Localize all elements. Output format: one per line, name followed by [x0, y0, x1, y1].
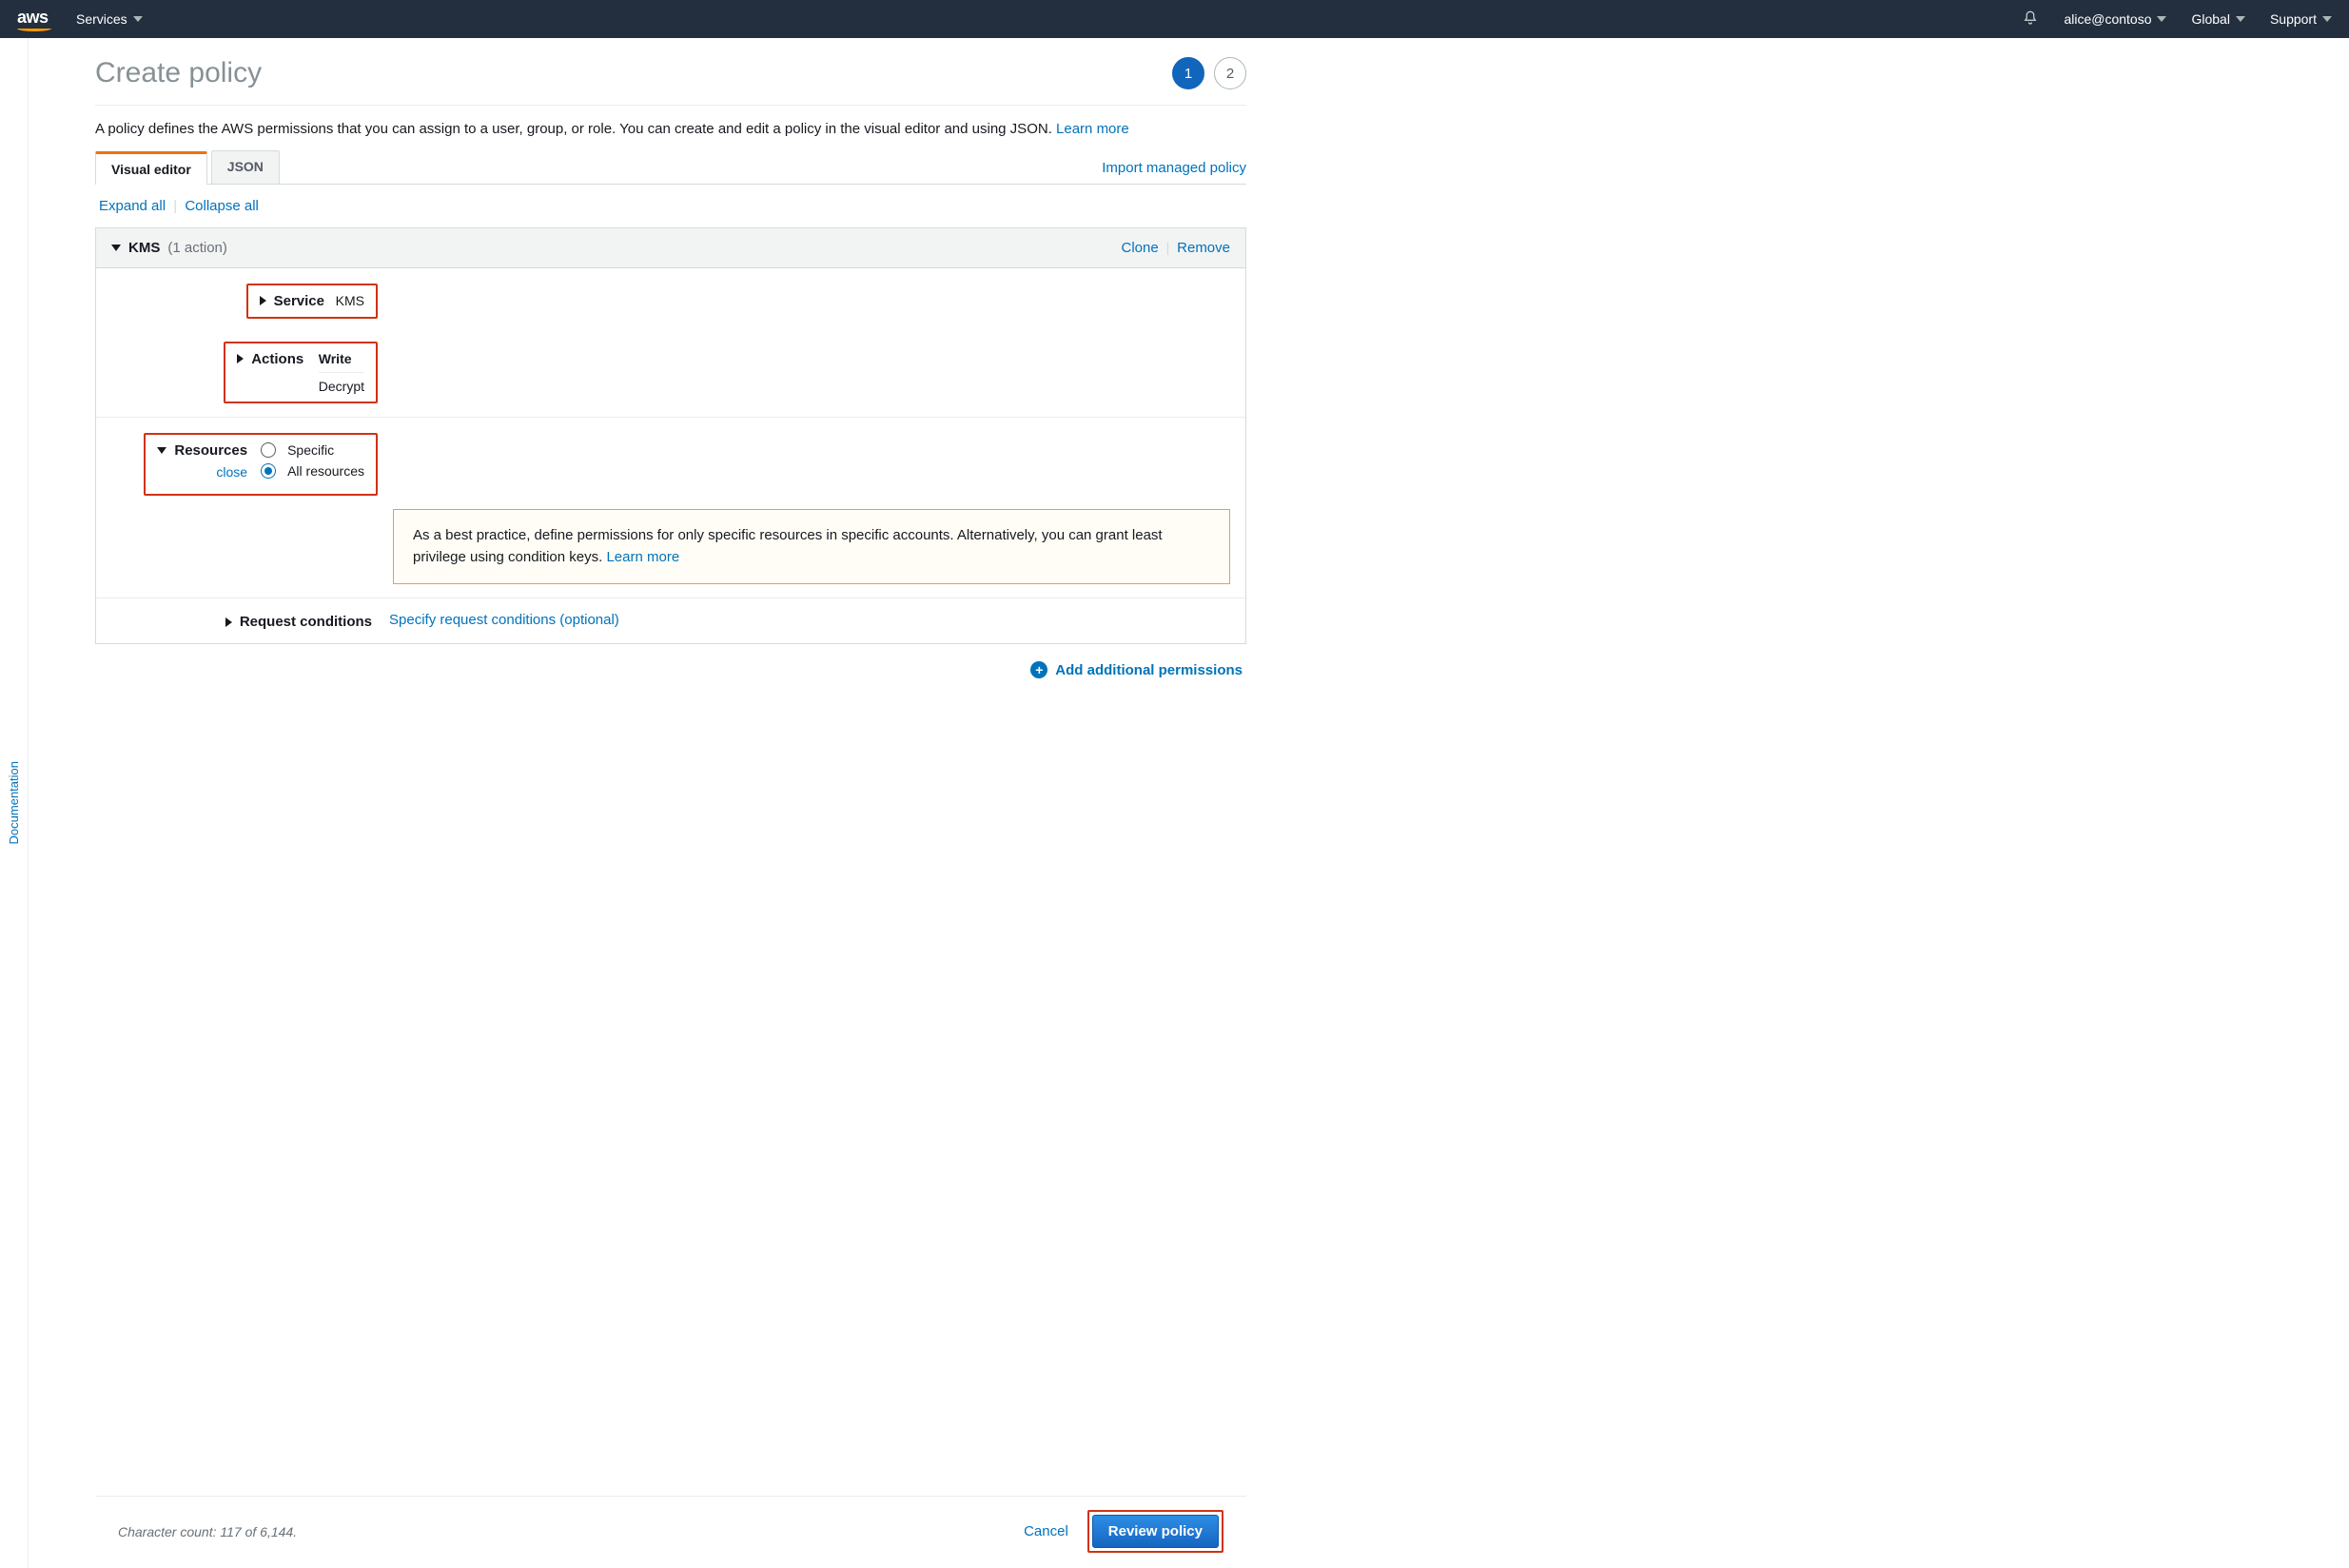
tab-visual-editor[interactable]: Visual editor [95, 151, 207, 185]
page-header: Create policy 1 2 [95, 57, 1246, 105]
collapse-all-link[interactable]: Collapse all [185, 198, 259, 214]
expand-collapse-row: Expand all | Collapse all [95, 185, 1246, 227]
actions-group: Write [319, 351, 352, 366]
nav-region[interactable]: Global [2191, 11, 2244, 27]
conditions-link[interactable]: Specify request conditions (optional) [389, 612, 619, 628]
caret-down-icon [2236, 16, 2245, 22]
aws-logo[interactable]: aws [17, 8, 51, 31]
actions-row-highlight: Actions Write Decrypt [224, 342, 378, 403]
chevron-right-icon [225, 617, 232, 627]
caret-down-icon [133, 16, 143, 22]
section-conditions: Request conditions Specify request condi… [96, 598, 1245, 643]
chevron-right-icon [260, 296, 266, 305]
nav-region-label: Global [2191, 11, 2229, 27]
remove-link[interactable]: Remove [1177, 240, 1230, 256]
step-2[interactable]: 2 [1214, 57, 1246, 89]
section-resources: Resources close Specific [96, 417, 1245, 598]
actions-item: Decrypt [319, 372, 364, 394]
clone-link[interactable]: Clone [1122, 240, 1159, 256]
conditions-label: Request conditions [240, 614, 372, 630]
nav-account-label: alice@contoso [2064, 11, 2151, 27]
top-nav: aws Services alice@contoso Global Suppor… [0, 0, 2349, 38]
footer: Character count: 117 of 6,144. Cancel Re… [95, 1496, 1246, 1568]
service-label: Service [274, 293, 324, 309]
page-title: Create policy [95, 57, 262, 89]
resource-all-label: All resources [287, 463, 364, 479]
chevron-down-icon [157, 447, 166, 454]
resource-all-option[interactable]: All resources [261, 463, 364, 479]
caret-down-icon [2157, 16, 2166, 22]
documentation-sidebar[interactable]: Documentation [0, 38, 29, 1568]
aws-logo-text: aws [17, 8, 49, 27]
perm-header-service: KMS [128, 240, 160, 256]
service-row-highlight: Service KMS [246, 284, 378, 319]
warn-learn-more-link[interactable]: Learn more [606, 549, 679, 565]
plus-circle-icon: + [1030, 661, 1047, 678]
review-policy-button[interactable]: Review policy [1092, 1515, 1219, 1548]
character-count: Character count: 117 of 6,144. [118, 1524, 297, 1539]
nav-support-label: Support [2270, 11, 2317, 27]
chevron-right-icon [237, 354, 244, 363]
chevron-down-icon [111, 245, 121, 251]
bell-icon [2022, 10, 2039, 29]
resource-specific-option[interactable]: Specific [261, 442, 364, 458]
resources-close-link[interactable]: close [216, 464, 247, 480]
radio-checked-icon [261, 463, 276, 479]
nav-account[interactable]: alice@contoso [2064, 11, 2166, 27]
import-managed-policy-link[interactable]: Import managed policy [1102, 160, 1246, 184]
nav-services[interactable]: Services [76, 11, 143, 27]
resources-row-highlight: Resources close Specific [144, 433, 378, 496]
add-permissions-label: Add additional permissions [1055, 662, 1243, 678]
best-practice-warning: As a best practice, define permissions f… [393, 509, 1230, 584]
actions-label: Actions [251, 351, 303, 367]
permission-header[interactable]: KMS (1 action) Clone | Remove [96, 228, 1245, 268]
service-value: KMS [336, 293, 364, 308]
documentation-label: Documentation [7, 761, 21, 844]
resources-label: Resources [174, 442, 247, 459]
caret-down-icon [2322, 16, 2332, 22]
step-1[interactable]: 1 [1172, 57, 1204, 89]
permission-block: KMS (1 action) Clone | Remove [95, 227, 1246, 644]
editor-tabs: Visual editor JSON [95, 150, 280, 184]
step-indicator: 1 2 [1172, 57, 1246, 89]
resource-specific-label: Specific [287, 442, 334, 458]
tab-json[interactable]: JSON [211, 150, 280, 184]
radio-icon [261, 442, 276, 458]
add-permissions-link[interactable]: + Add additional permissions [1030, 661, 1243, 678]
intro-text: A policy defines the AWS permissions tha… [95, 106, 1246, 150]
intro-learn-more-link[interactable]: Learn more [1056, 121, 1129, 137]
nav-services-label: Services [76, 11, 127, 27]
cancel-button[interactable]: Cancel [1024, 1523, 1068, 1539]
section-service-actions: Service KMS Actions [96, 268, 1245, 417]
perm-header-count: (1 action) [167, 240, 227, 256]
review-highlight: Review policy [1087, 1510, 1223, 1553]
expand-all-link[interactable]: Expand all [99, 198, 166, 214]
nav-notifications[interactable] [2022, 10, 2039, 29]
nav-support[interactable]: Support [2270, 11, 2332, 27]
